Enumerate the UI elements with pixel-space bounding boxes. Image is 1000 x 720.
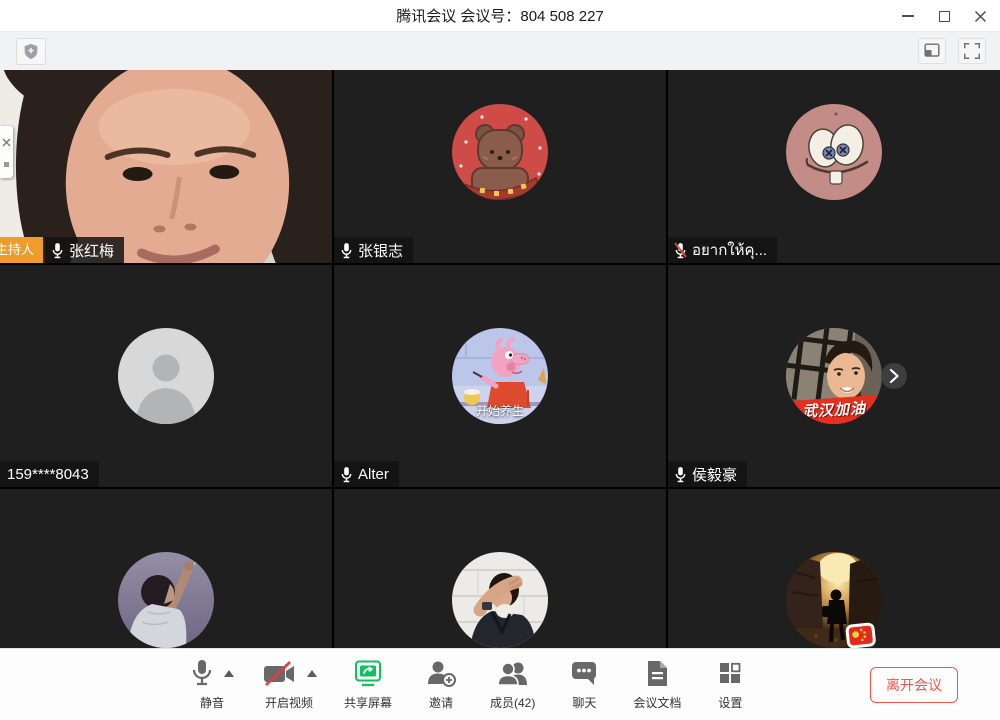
chat-button[interactable]: 聊天: [562, 658, 606, 711]
video-tile-phone-user[interactable]: 159****8043: [0, 265, 332, 487]
video-tile-row3-right[interactable]: [668, 489, 1000, 648]
participant-name: 159****8043: [7, 466, 89, 483]
participant-name: อยากให้คุ...: [692, 238, 767, 262]
share-screen-button[interactable]: 共享屏幕: [344, 658, 392, 711]
participant-name: 张银志: [358, 240, 403, 261]
avatar-red-bear: [452, 104, 548, 200]
window-controls: [900, 0, 988, 32]
mic-on-icon: [340, 466, 353, 483]
video-tile-thai-user[interactable]: อยากให้คุ...: [668, 41, 1000, 263]
fullscreen-button[interactable]: [958, 38, 986, 64]
avatar-child-photo: [118, 552, 214, 648]
participant-name-chip: Alter: [334, 461, 399, 487]
video-tile-row3-center[interactable]: [334, 489, 666, 648]
avatar-peppa-pig: 开始养生: [452, 328, 548, 424]
meeting-docs-button[interactable]: 会议文档: [633, 658, 681, 711]
video-tile-zhangyinzhi[interactable]: 张银志: [334, 41, 666, 263]
participant-label: 侯毅豪: [668, 461, 747, 487]
camera-off-icon: [261, 660, 297, 687]
avatar-pink-smiley: [786, 104, 882, 200]
participant-name-chip: 张红梅: [45, 237, 124, 263]
chevron-right-icon: [881, 363, 907, 389]
settings-squares-icon: [717, 660, 743, 686]
popup-close-button[interactable]: [2, 134, 11, 152]
fullscreen-icon: [962, 41, 982, 61]
china-flag-badge: [844, 621, 877, 648]
title-bar: 腾讯会议 会议号：804 508 227: [0, 0, 1000, 32]
leave-meeting-button[interactable]: 离开会议: [870, 667, 958, 703]
mic-muted-icon: [674, 242, 687, 259]
maximize-icon: [939, 11, 950, 22]
avatar-default-silhouette: [118, 328, 214, 424]
video-options-arrow[interactable]: [307, 670, 317, 677]
avatar-boy-photo: 武汉加油: [786, 328, 882, 424]
mic-on-icon: [51, 242, 64, 259]
view-controls: [918, 38, 986, 64]
participant-label: 张银志: [334, 237, 413, 263]
participant-name-chip: อยากให้คุ...: [668, 237, 777, 263]
video-tile-houyihao[interactable]: 武汉加油 侯毅豪: [668, 265, 1000, 487]
video-tile-alter[interactable]: 开始养生 Alter: [334, 265, 666, 487]
participant-name-chip: 侯毅豪: [668, 461, 747, 487]
participant-name: 张红梅: [69, 240, 114, 261]
layout-switch-icon: [922, 41, 942, 61]
minimize-icon: [902, 15, 914, 17]
video-tile-row3-left[interactable]: [0, 489, 332, 648]
invite-button[interactable]: 邀请: [419, 658, 463, 711]
avatar-caption: 开始养生: [452, 402, 548, 419]
popup-dot: [4, 162, 9, 167]
mic-icon: [190, 658, 214, 688]
layout-switch-button[interactable]: [918, 38, 946, 64]
mic-on-icon: [340, 242, 353, 259]
live-video-woman: [0, 41, 332, 263]
document-icon: [644, 659, 670, 688]
minimize-button[interactable]: [900, 8, 916, 24]
next-page-button[interactable]: [881, 363, 907, 389]
mic-options-arrow[interactable]: [224, 670, 234, 677]
mic-on-icon: [674, 466, 687, 483]
participant-name: Alter: [358, 466, 389, 483]
participant-name-chip: 张银志: [334, 237, 413, 263]
avatar-caption: 武汉加油: [786, 397, 882, 423]
participant-name: 侯毅豪: [692, 464, 737, 485]
video-grid-viewport: 主持人 张红梅: [0, 32, 1000, 648]
close-icon: [2, 138, 11, 147]
host-badge: 主持人: [0, 237, 43, 263]
toolbar-items: 静音 开启视频: [190, 658, 752, 711]
share-screen-icon: [352, 659, 384, 688]
members-people-icon: [496, 659, 530, 688]
meeting-info-bar: [0, 32, 1000, 70]
close-icon: [974, 10, 987, 23]
participant-name-chip: 159****8043: [0, 461, 99, 487]
settings-button[interactable]: 设置: [708, 658, 752, 711]
meeting-toolbar: 静音 开启视频: [0, 648, 1000, 720]
participant-label: อยากให้คุ...: [668, 237, 777, 263]
members-button[interactable]: 成员(42): [490, 658, 535, 711]
participant-label: 159****8043: [0, 461, 99, 487]
start-video-button[interactable]: 开启视频: [261, 658, 317, 711]
video-grid: 主持人 张红梅: [0, 41, 1000, 648]
meeting-security-button[interactable]: [16, 38, 46, 65]
security-shield-icon: [22, 42, 40, 61]
notification-popup-sliver: [0, 126, 13, 178]
invite-person-plus-icon: [425, 659, 457, 688]
window-title: 腾讯会议 会议号：804 508 227: [396, 5, 604, 26]
participant-label: 主持人 张红梅: [0, 237, 124, 263]
participant-label: Alter: [334, 461, 399, 487]
video-tile-zhanghongmei[interactable]: 主持人 张红梅: [0, 41, 332, 263]
maximize-button[interactable]: [936, 8, 952, 24]
avatar-suit-man-photo: [452, 552, 548, 648]
chat-bubble-icon: [569, 659, 599, 687]
close-button[interactable]: [972, 8, 988, 24]
tencent-meeting-window: 腾讯会议 会议号：804 508 227: [0, 0, 1000, 720]
mute-button[interactable]: 静音: [190, 658, 234, 711]
